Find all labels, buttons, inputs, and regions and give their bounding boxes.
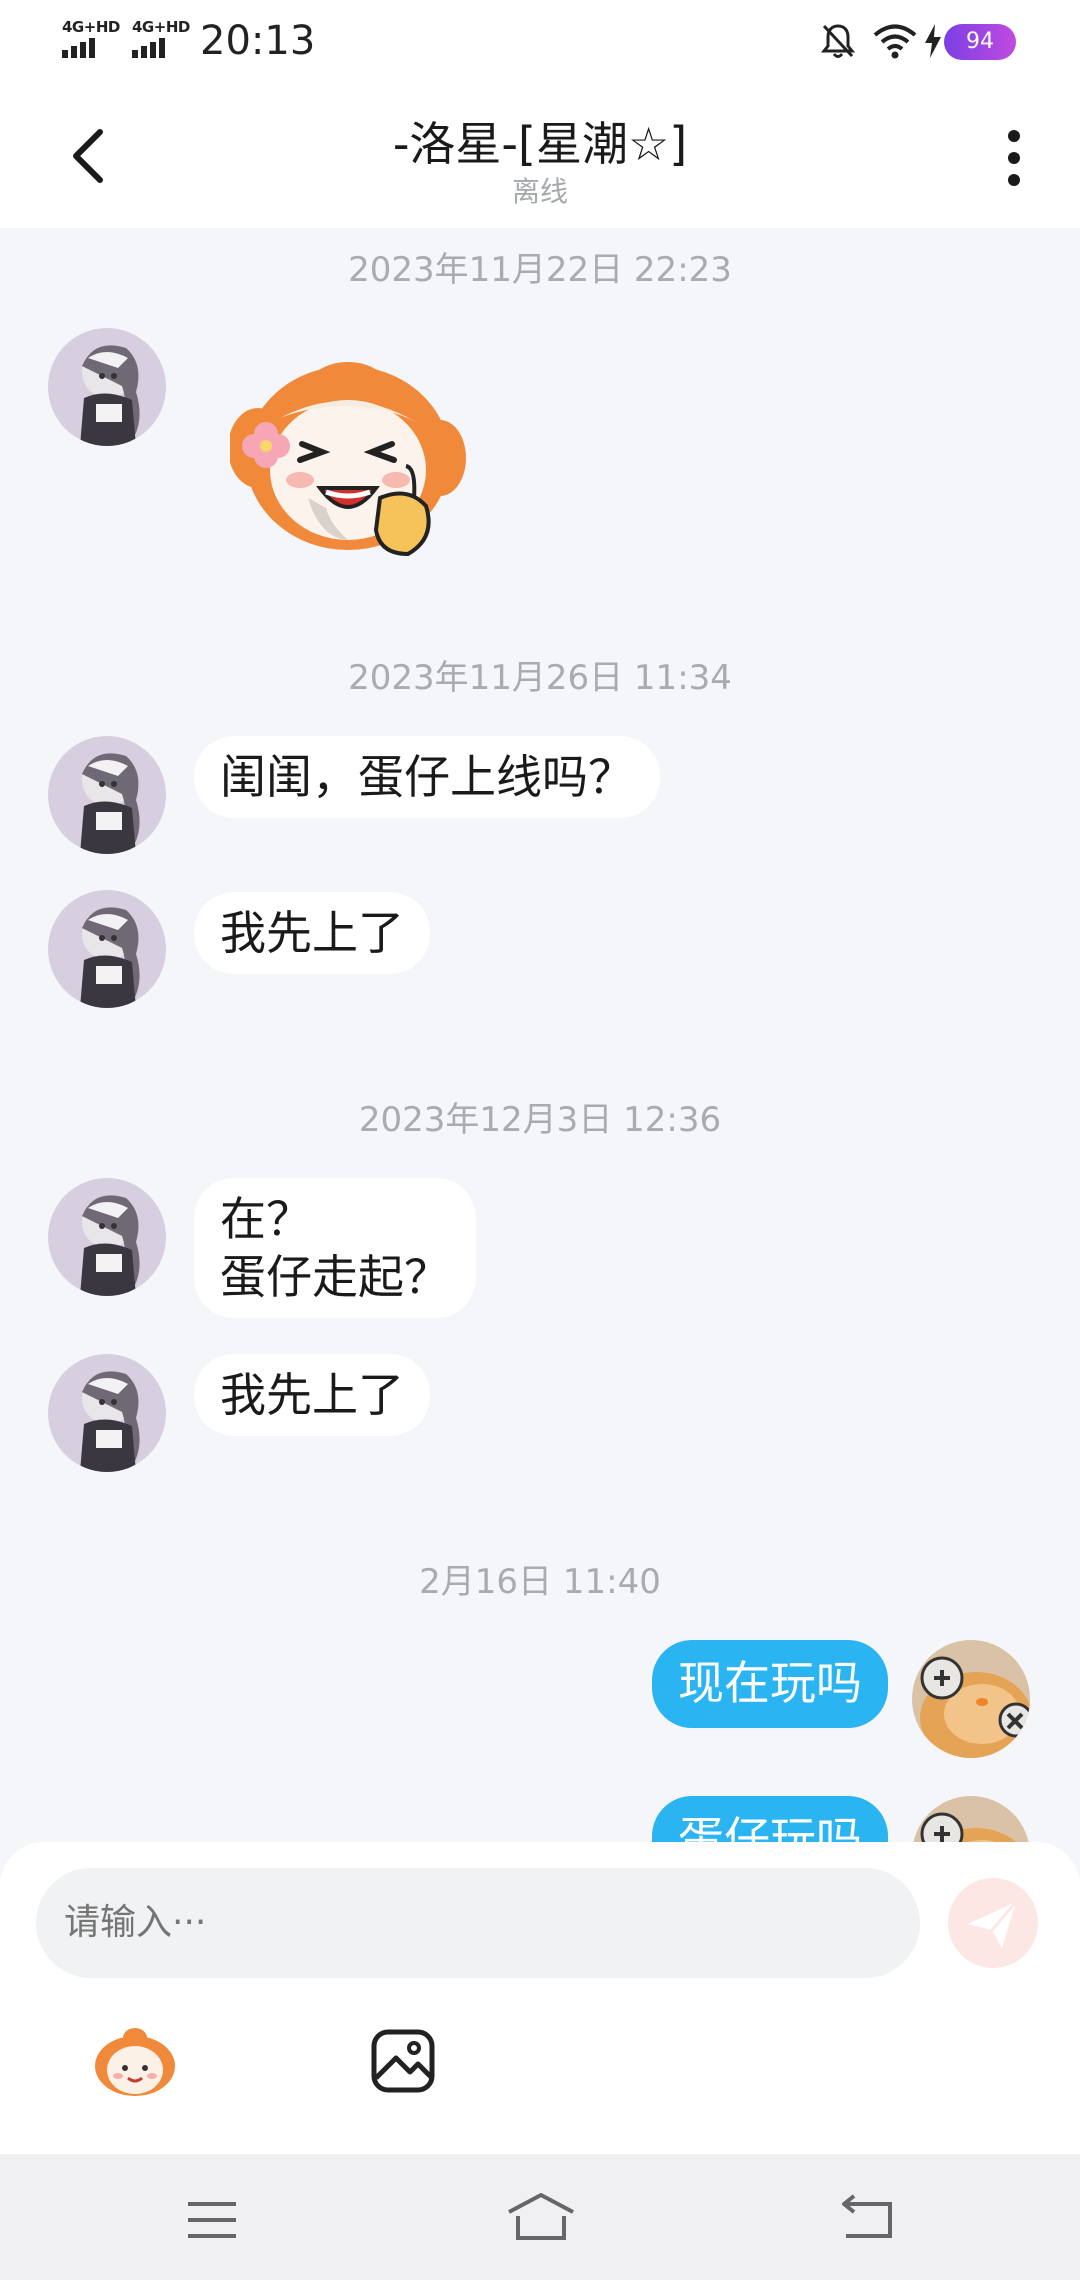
network-type-label: 4G+HD	[132, 18, 190, 36]
chat-header: -洛星-[星潮☆] 离线	[0, 82, 1080, 228]
more-vertical-icon[interactable]	[1004, 126, 1024, 190]
my-message-bubble[interactable]: 蛋仔玩吗	[652, 1796, 888, 1842]
network-type-label: 4G+HD	[62, 18, 120, 36]
signal-indicator-1: 4G+HD	[60, 18, 124, 60]
my-message-bubble[interactable]: 现在玩吗	[652, 1640, 888, 1728]
signal-bars-icon	[62, 38, 98, 58]
signal-indicator-2: 4G+HD	[130, 18, 194, 60]
send-icon	[968, 1901, 1018, 1948]
message-bubble[interactable]: 在？ 蛋仔走起？	[194, 1178, 476, 1318]
bolt-icon	[925, 24, 941, 58]
contact-avatar[interactable]	[48, 890, 166, 1008]
home-icon[interactable]	[506, 2192, 576, 2242]
message-bubble[interactable]: 我先上了	[194, 892, 430, 974]
contact-status: 离线	[511, 175, 568, 208]
timestamp: 2023年11月22日 22:23	[348, 250, 732, 290]
send-button[interactable]	[948, 1878, 1038, 1968]
bell-off-icon	[820, 24, 856, 58]
message-bubble[interactable]: 我先上了	[194, 1354, 430, 1436]
contact-name: -洛星-[星潮☆]	[392, 117, 688, 171]
signal-bars-icon	[132, 38, 168, 58]
timestamp: 2023年11月26日 11:34	[348, 658, 732, 698]
contact-avatar[interactable]	[48, 1178, 166, 1296]
emoji-mascot-icon[interactable]	[92, 2026, 178, 2102]
status-time: 20:13	[200, 18, 316, 64]
image-icon[interactable]	[370, 2028, 436, 2098]
sticker-message[interactable]	[228, 348, 470, 578]
contact-avatar[interactable]	[48, 1354, 166, 1472]
menu-icon[interactable]	[186, 2200, 238, 2240]
timestamp: 2月16日 11:40	[419, 1562, 661, 1602]
battery-indicator: 94	[944, 24, 1016, 60]
wifi-icon	[873, 24, 917, 59]
message-line: 在？	[220, 1192, 312, 1246]
input-panel	[0, 1842, 1080, 2154]
message-line: 蛋仔走起？	[220, 1250, 450, 1304]
status-bar: 4G+HD 4G+HD 20:13 94	[0, 0, 1080, 82]
message-input[interactable]	[36, 1868, 920, 1978]
my-avatar[interactable]	[912, 1640, 1030, 1758]
message-list[interactable]: 2023年11月22日 22:23 2023年11月26日 11:34 闺闺，蛋…	[0, 228, 1080, 1842]
my-avatar[interactable]	[912, 1796, 1030, 1842]
message-bubble[interactable]: 闺闺，蛋仔上线吗？	[194, 736, 660, 818]
system-navigation-bar	[0, 2154, 1080, 2280]
return-icon[interactable]	[840, 2194, 894, 2240]
contact-avatar[interactable]	[48, 736, 166, 854]
timestamp: 2023年12月3日 12:36	[358, 1100, 722, 1140]
contact-avatar[interactable]	[48, 328, 166, 446]
